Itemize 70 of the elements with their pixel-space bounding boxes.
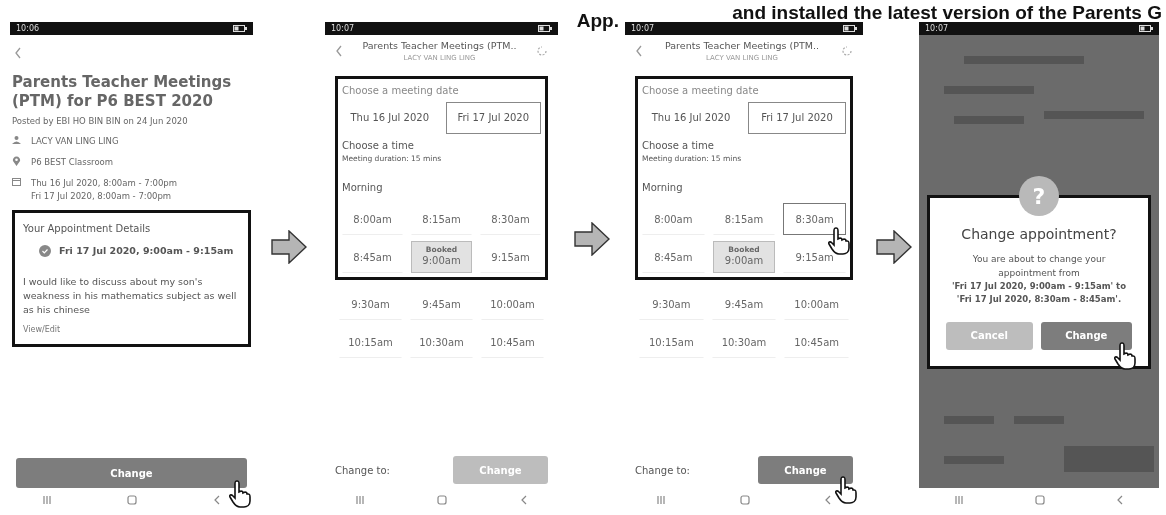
calendar-icon [12,176,21,186]
pointing-hand-icon [835,476,857,504]
heading-tail-text: App. [576,10,619,32]
check-circle-icon [39,245,51,258]
back-chevron-icon[interactable] [635,45,643,58]
section-heading: Choose a time [642,138,715,153]
back-icon[interactable] [519,495,528,505]
teacher-name: LACY VAN LING LING [31,135,119,148]
back-icon[interactable] [213,495,222,505]
date-range-text: Fri 17 Jul 2020, 8:00am - 7:00pm [31,189,173,203]
recent-apps-icon[interactable] [656,495,666,505]
change-button[interactable]: Change [16,458,247,488]
view-edit-link[interactable]: View/Edit [23,325,61,335]
slot-time: 9:00am [422,254,461,269]
appointment-note: I would like to discuss about my son's weakness in his mathematics subject as well as his chinese [23,274,238,317]
refresh-icon[interactable] [536,45,548,58]
period-heading: Morning [642,181,684,195]
refresh-icon[interactable] [841,45,853,58]
status-time: 10:06 [16,22,40,35]
date-range-text: Thu 16 Jul 2020, 8:00am - 7:00pm [31,176,177,190]
home-icon[interactable] [437,495,448,505]
venue-text: P6 BEST Classroom [31,156,114,169]
recent-apps-icon[interactable] [954,495,965,505]
appointment-slot: Fri 17 Jul 2020, 9:00am - 9:15am [59,244,234,259]
time-slot[interactable]: 8:30am [783,203,846,235]
right-arrow-icon [876,230,912,264]
change-to-label: Change to: [335,463,390,478]
screen-title: Parents Teacher Meetings (PTM.. [665,39,819,53]
change-button[interactable]: Change [758,456,853,484]
back-icon[interactable] [1115,495,1124,505]
home-icon[interactable] [740,495,750,505]
location-pin-icon [12,156,21,166]
section-heading: Choose a time [342,138,415,153]
back-chevron-icon[interactable] [335,45,343,58]
pointing-hand-icon [828,227,850,255]
page-title: Parents Teacher Meetings (PTM) for P6 BEST 2020 [12,73,233,111]
card-heading: Your Appointment Details [23,222,152,237]
battery-icon [233,25,247,32]
battery-icon [843,25,857,32]
battery-icon [1139,25,1153,32]
status-time: 10:07 [925,22,949,35]
pointing-hand-icon [229,480,251,508]
screen-title: Parents Teacher Meetings (PTM.. [362,39,517,53]
dialog-title: Change appointment? [960,225,1118,244]
home-icon[interactable] [1035,495,1045,505]
posted-by-text: Posted by EBI HO BIN BIN on 24 Jun 2020 [12,114,189,128]
from-slot-text: 'Fri 17 Jul 2020, 9:00am - 9:15am' to [951,280,1127,293]
slot-time: 9:00am [724,254,764,269]
right-arrow-icon [271,230,307,264]
person-icon [12,135,21,145]
battery-icon [538,25,552,32]
section-heading: Choose a meeting date [342,83,460,98]
heading-text: and installed the latest version of the Parents G [732,3,1162,22]
status-time: 10:07 [631,22,655,35]
confirm-button[interactable]: Change [1040,321,1132,350]
right-arrow-icon [573,222,610,256]
change-to-label: Change to: [635,463,690,478]
question-mark-badge: ? [1019,176,1059,216]
back-icon[interactable] [824,495,832,505]
recent-apps-icon[interactable] [355,495,366,505]
date-option[interactable]: Fri 17 Jul 2020 [445,101,541,134]
home-icon[interactable] [127,495,138,505]
to-slot-text: 'Fri 17 Jul 2020, 8:30am - 8:45am'. [955,292,1123,306]
recent-apps-icon[interactable] [41,495,52,505]
date-option[interactable]: Fri 17 Jul 2020 [748,101,846,134]
period-heading: Morning [342,181,384,195]
dialog-message: You are about to change your appointment from [971,253,1107,280]
back-chevron-icon[interactable] [14,47,22,59]
section-heading: Choose a meeting date [642,83,760,98]
status-time: 10:07 [331,22,355,35]
